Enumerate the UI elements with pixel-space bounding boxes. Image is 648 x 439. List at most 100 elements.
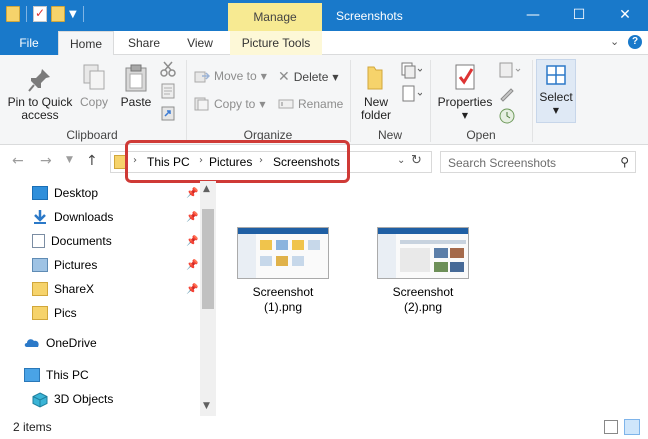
- nav-item-desktop[interactable]: Desktop 📌: [0, 181, 200, 205]
- move-to-icon: [194, 71, 210, 83]
- nav-scrollbar[interactable]: ▲ ▼: [200, 181, 216, 416]
- nav-item-3d-objects[interactable]: 3D Objects: [0, 387, 200, 411]
- rename-icon: [278, 99, 294, 109]
- ribbon-tabs: File Home Share View Picture Tools ⌄ ?: [0, 31, 648, 56]
- documents-icon: [32, 234, 45, 248]
- chevron-down-icon: ▼: [552, 106, 560, 115]
- nav-item-this-pc[interactable]: This PC: [0, 363, 200, 387]
- nav-item-documents[interactable]: Documents 📌: [0, 229, 200, 253]
- tab-picture-tools[interactable]: Picture Tools: [230, 31, 322, 55]
- qat-divider: [26, 6, 27, 22]
- paste-button[interactable]: Paste: [118, 63, 154, 109]
- file-name-line2: (2).png: [403, 300, 443, 314]
- ribbon-divider: [532, 60, 533, 142]
- delete-button[interactable]: ✕ Delete ▼: [278, 69, 339, 85]
- file-item[interactable]: Screenshot (1).png: [228, 227, 338, 315]
- search-icon[interactable]: ⚲: [620, 155, 629, 169]
- scroll-thumb[interactable]: [202, 209, 214, 309]
- recent-locations-icon[interactable]: ▼: [66, 155, 73, 165]
- copy-path-icon[interactable]: [160, 83, 176, 102]
- rename-button[interactable]: Rename: [278, 97, 343, 111]
- copy-button[interactable]: Copy: [78, 63, 110, 109]
- file-item[interactable]: Screenshot (2).png: [368, 227, 478, 315]
- refresh-icon[interactable]: ↻: [411, 153, 422, 168]
- nav-item-label: Downloads: [54, 210, 114, 224]
- scroll-down-icon[interactable]: ▼: [203, 401, 210, 411]
- window-title: Screenshots: [336, 9, 403, 23]
- help-icon[interactable]: ?: [628, 35, 642, 49]
- desktop-icon: [32, 186, 48, 200]
- onedrive-icon: [24, 336, 40, 350]
- pin-icon[interactable]: 📌: [186, 212, 198, 223]
- minimize-button[interactable]: —: [510, 0, 556, 31]
- search-input[interactable]: Search Screenshots: [448, 156, 556, 170]
- select-all-icon: [546, 65, 566, 85]
- ribbon: Pin to Quick access Copy Paste Clipboard…: [0, 55, 648, 145]
- qat-divider: [82, 6, 84, 22]
- customize-qat-icon[interactable]: ▼: [69, 9, 77, 20]
- address-dropdown-icon[interactable]: ⌄: [397, 155, 405, 166]
- downloads-icon: [32, 210, 48, 224]
- back-arrow-icon[interactable]: ←: [12, 153, 24, 169]
- folder-icon[interactable]: [6, 6, 20, 22]
- close-button[interactable]: ✕: [602, 0, 648, 31]
- pin-icon[interactable]: 📌: [186, 260, 198, 271]
- nav-item-sharex[interactable]: ShareX 📌: [0, 277, 200, 301]
- select-button[interactable]: Select ▼: [536, 59, 576, 123]
- tab-view[interactable]: View: [174, 31, 226, 55]
- properties-button[interactable]: Properties ▼: [436, 63, 494, 122]
- forward-arrow-icon[interactable]: →: [40, 153, 52, 169]
- nav-item-label: Pics: [54, 306, 77, 320]
- properties-label: Properties: [437, 95, 493, 109]
- history-icon[interactable]: [498, 107, 516, 128]
- copy-to-button[interactable]: Copy to ▼: [194, 97, 266, 111]
- nav-item-label: ShareX: [54, 282, 95, 296]
- nav-item-downloads[interactable]: Downloads 📌: [0, 205, 200, 229]
- search-box[interactable]: Search Screenshots ⚲: [440, 151, 636, 173]
- nav-item-pics[interactable]: Pics: [0, 301, 200, 325]
- manage-tab[interactable]: Manage: [228, 3, 322, 31]
- delete-label: Delete: [293, 70, 329, 84]
- file-thumbnail: [237, 227, 329, 279]
- ribbon-divider: [350, 60, 351, 142]
- easy-access-icon[interactable]: [400, 85, 423, 106]
- nav-item-label: OneDrive: [46, 336, 97, 350]
- move-to-button[interactable]: Move to ▼: [194, 69, 267, 83]
- maximize-button[interactable]: ☐: [556, 0, 602, 31]
- tab-file[interactable]: File: [0, 31, 58, 55]
- file-list: Screenshot (1).png Screenshot (2).png: [216, 181, 648, 416]
- pin-icon[interactable]: 📌: [186, 236, 198, 247]
- cut-icon[interactable]: [160, 61, 176, 80]
- new-group-label: New: [377, 128, 402, 142]
- folder-icon: [32, 282, 48, 296]
- new-folder-icon: [367, 66, 383, 90]
- nav-item-label: Documents: [51, 234, 112, 248]
- large-icons-view-icon[interactable]: [624, 419, 640, 435]
- ribbon-divider: [186, 60, 187, 142]
- title-bar: ▼ Manage Screenshots — ☐ ✕: [0, 0, 648, 31]
- breadcrumb-highlight: [125, 140, 350, 183]
- expand-ribbon-icon[interactable]: ⌄: [610, 35, 619, 48]
- pin-icon[interactable]: 📌: [186, 284, 198, 295]
- edit-icon[interactable]: [498, 85, 516, 106]
- new-folder-button[interactable]: New folder: [356, 63, 396, 122]
- new-item-icon[interactable]: [400, 61, 423, 82]
- nav-item-pictures[interactable]: Pictures 📌: [0, 253, 200, 277]
- paste-shortcut-icon[interactable]: [160, 105, 176, 124]
- nav-item-onedrive[interactable]: OneDrive: [0, 331, 200, 355]
- new-folder-icon[interactable]: [51, 6, 65, 22]
- file-name-line1: Screenshot: [252, 285, 314, 299]
- details-view-icon[interactable]: [604, 420, 618, 434]
- tab-home[interactable]: Home: [58, 31, 114, 56]
- up-arrow-icon[interactable]: ↑: [86, 153, 98, 169]
- copy-to-label: Copy to: [214, 97, 256, 111]
- tab-share[interactable]: Share: [118, 31, 170, 55]
- pin-to-quick-access-button[interactable]: Pin to Quick access: [4, 67, 76, 122]
- ribbon-divider: [430, 60, 431, 142]
- chevron-down-icon: ▼: [461, 111, 469, 120]
- pin-icon[interactable]: 📌: [186, 188, 198, 199]
- properties-icon[interactable]: [33, 6, 47, 22]
- scroll-up-icon[interactable]: ▲: [203, 184, 210, 194]
- paste-icon: [125, 64, 147, 92]
- open-icon[interactable]: [498, 61, 522, 82]
